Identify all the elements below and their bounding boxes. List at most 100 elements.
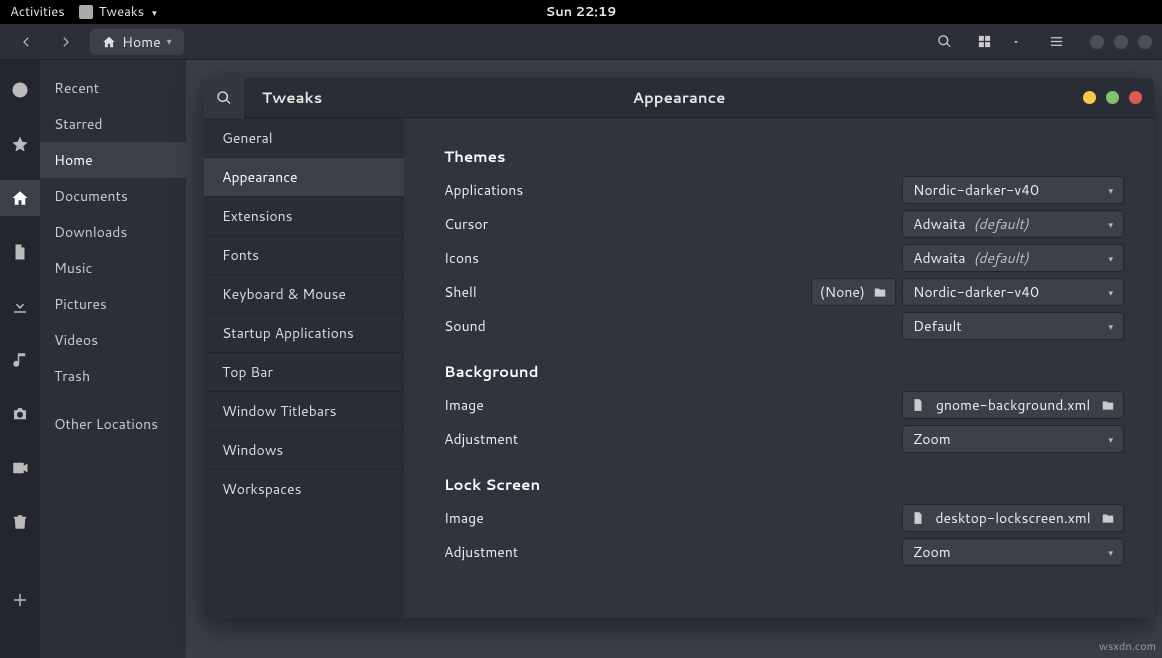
ls-image-label: Image — [444, 508, 892, 528]
rail-documents[interactable] — [0, 234, 40, 270]
clock-label[interactable]: Sun 22:19 — [546, 0, 617, 24]
view-grid-button[interactable] — [968, 29, 1000, 55]
tweaks-title: Tweaks — [244, 87, 322, 108]
place-music[interactable]: Music — [40, 250, 186, 286]
cursor-label: Cursor — [444, 214, 892, 234]
rail-music[interactable] — [0, 342, 40, 378]
bg-image-file-button[interactable]: gnome-background.xml — [902, 391, 1124, 419]
applications-value: Nordic-darker-v40 — [913, 180, 1039, 200]
close-button[interactable] — [1138, 35, 1152, 49]
minimize-button[interactable] — [1083, 91, 1096, 104]
minimize-button[interactable] — [1090, 35, 1104, 49]
tweaks-category-list: General Appearance Extensions Fonts Keyb… — [204, 118, 404, 618]
cursor-dropdown[interactable]: Adwaita (default)▾ — [902, 210, 1124, 238]
files-sidebar: Recent Starred Home Documents Downloads … — [0, 60, 186, 658]
cat-extensions[interactable]: Extensions — [204, 196, 404, 235]
path-home-button[interactable]: Home ▾ — [90, 29, 184, 55]
cursor-value: Adwaita (default) — [913, 214, 1029, 234]
sound-value: Default — [913, 316, 962, 336]
cat-fonts[interactable]: Fonts — [204, 235, 404, 274]
ls-adjust-dropdown[interactable]: Zoom ▾ — [902, 538, 1124, 566]
tweaks-icon — [79, 5, 93, 19]
place-documents[interactable]: Documents — [40, 178, 186, 214]
cat-top-bar[interactable]: Top Bar — [204, 352, 404, 391]
cat-general[interactable]: General — [204, 118, 404, 157]
activities-button[interactable]: Activities — [10, 3, 65, 21]
open-icon — [1101, 511, 1115, 525]
cat-window-titlebars[interactable]: Window Titlebars — [204, 391, 404, 430]
cat-workspaces[interactable]: Workspaces — [204, 469, 404, 508]
ls-adjust-label: Adjustment — [444, 542, 892, 562]
tweaks-header: Tweaks Appearance — [204, 78, 1154, 118]
cat-windows[interactable]: Windows — [204, 430, 404, 469]
bg-adjust-dropdown[interactable]: Zoom▾ — [902, 425, 1124, 453]
watermark: wsxdn.com — [1099, 638, 1156, 654]
cat-appearance[interactable]: Appearance — [204, 157, 404, 196]
close-button[interactable] — [1129, 91, 1142, 104]
app-menu-label: Tweaks — [99, 3, 144, 21]
place-videos[interactable]: Videos — [40, 322, 186, 358]
files-header-bar: Home ▾ — [0, 24, 1162, 60]
bg-adjust-label: Adjustment — [444, 429, 892, 449]
icons-value: Adwaita (default) — [913, 248, 1029, 268]
place-other-locations[interactable]: Other Locations — [40, 406, 186, 442]
sound-label: Sound — [444, 316, 892, 336]
rail-videos[interactable] — [0, 450, 40, 486]
rail-other-locations[interactable] — [0, 582, 40, 618]
place-recent[interactable]: Recent — [40, 70, 186, 106]
chevron-down-icon: ▾ — [1108, 433, 1113, 446]
ls-image-filename: desktop-lockscreen.xml — [933, 508, 1093, 528]
chevron-down-icon: ▾ — [1108, 320, 1113, 333]
rail-starred[interactable] — [0, 126, 40, 162]
ls-image-file-button[interactable]: desktop-lockscreen.xml — [902, 504, 1124, 532]
place-starred[interactable]: Starred — [40, 106, 186, 142]
place-pictures[interactable]: Pictures — [40, 286, 186, 322]
chevron-down-icon: ▾ — [1108, 184, 1113, 197]
place-home[interactable]: Home — [40, 142, 186, 178]
lockscreen-heading: Lock Screen — [444, 474, 1124, 495]
back-button[interactable] — [10, 29, 42, 55]
cat-keyboard-mouse[interactable]: Keyboard & Mouse — [204, 274, 404, 313]
shell-none-file-button[interactable]: (None) — [811, 278, 896, 306]
app-menu-button[interactable]: Tweaks ▾ — [79, 3, 157, 21]
chevron-down-icon: ▾ — [1108, 286, 1113, 299]
chevron-down-icon: ▾ — [152, 6, 157, 19]
files-window-controls — [1090, 35, 1152, 49]
shell-dropdown[interactable]: Nordic-darker-v40▾ — [902, 278, 1124, 306]
search-button[interactable] — [928, 29, 960, 55]
tweaks-content: Themes Applications Nordic-darker-v40▾ C… — [404, 118, 1154, 618]
sound-dropdown[interactable]: Default ▾ — [902, 312, 1124, 340]
files-content-area: Tweaks Appearance General Appearance Ext… — [186, 60, 1162, 658]
rail-home[interactable] — [0, 180, 40, 216]
maximize-button[interactable] — [1106, 91, 1119, 104]
gnome-top-bar: Activities Tweaks ▾ Sun 22:19 — [0, 0, 1162, 24]
bg-image-filename: gnome-background.xml — [933, 395, 1093, 415]
chevron-down-icon: ▾ — [167, 35, 172, 49]
place-downloads[interactable]: Downloads — [40, 214, 186, 250]
home-icon — [102, 35, 116, 49]
applications-label: Applications — [444, 180, 892, 200]
shell-none-text: (None) — [820, 282, 865, 302]
view-chevron-button[interactable] — [1000, 29, 1032, 55]
background-heading: Background — [444, 361, 1124, 382]
cat-startup-apps[interactable]: Startup Applications — [204, 313, 404, 352]
open-icon — [873, 285, 887, 299]
applications-dropdown[interactable]: Nordic-darker-v40 ▾ — [902, 176, 1124, 204]
tweaks-search-button[interactable] — [204, 78, 244, 118]
rail-pictures[interactable] — [0, 396, 40, 432]
rail-recent[interactable] — [0, 72, 40, 108]
icons-dropdown[interactable]: Adwaita (default)▾ — [902, 244, 1124, 272]
tweaks-window: Tweaks Appearance General Appearance Ext… — [204, 78, 1154, 618]
rail-trash[interactable] — [0, 504, 40, 540]
forward-button[interactable] — [50, 29, 82, 55]
rail-downloads[interactable] — [0, 288, 40, 324]
tweaks-window-controls — [1083, 91, 1142, 104]
place-trash[interactable]: Trash — [40, 358, 186, 394]
places-list: Recent Starred Home Documents Downloads … — [40, 60, 186, 658]
icon-rail — [0, 60, 40, 658]
maximize-button[interactable] — [1114, 35, 1128, 49]
chevron-down-icon: ▾ — [1108, 546, 1113, 559]
hamburger-menu-button[interactable] — [1040, 29, 1072, 55]
ls-adjust-value: Zoom — [913, 542, 951, 562]
icons-label: Icons — [444, 248, 892, 268]
